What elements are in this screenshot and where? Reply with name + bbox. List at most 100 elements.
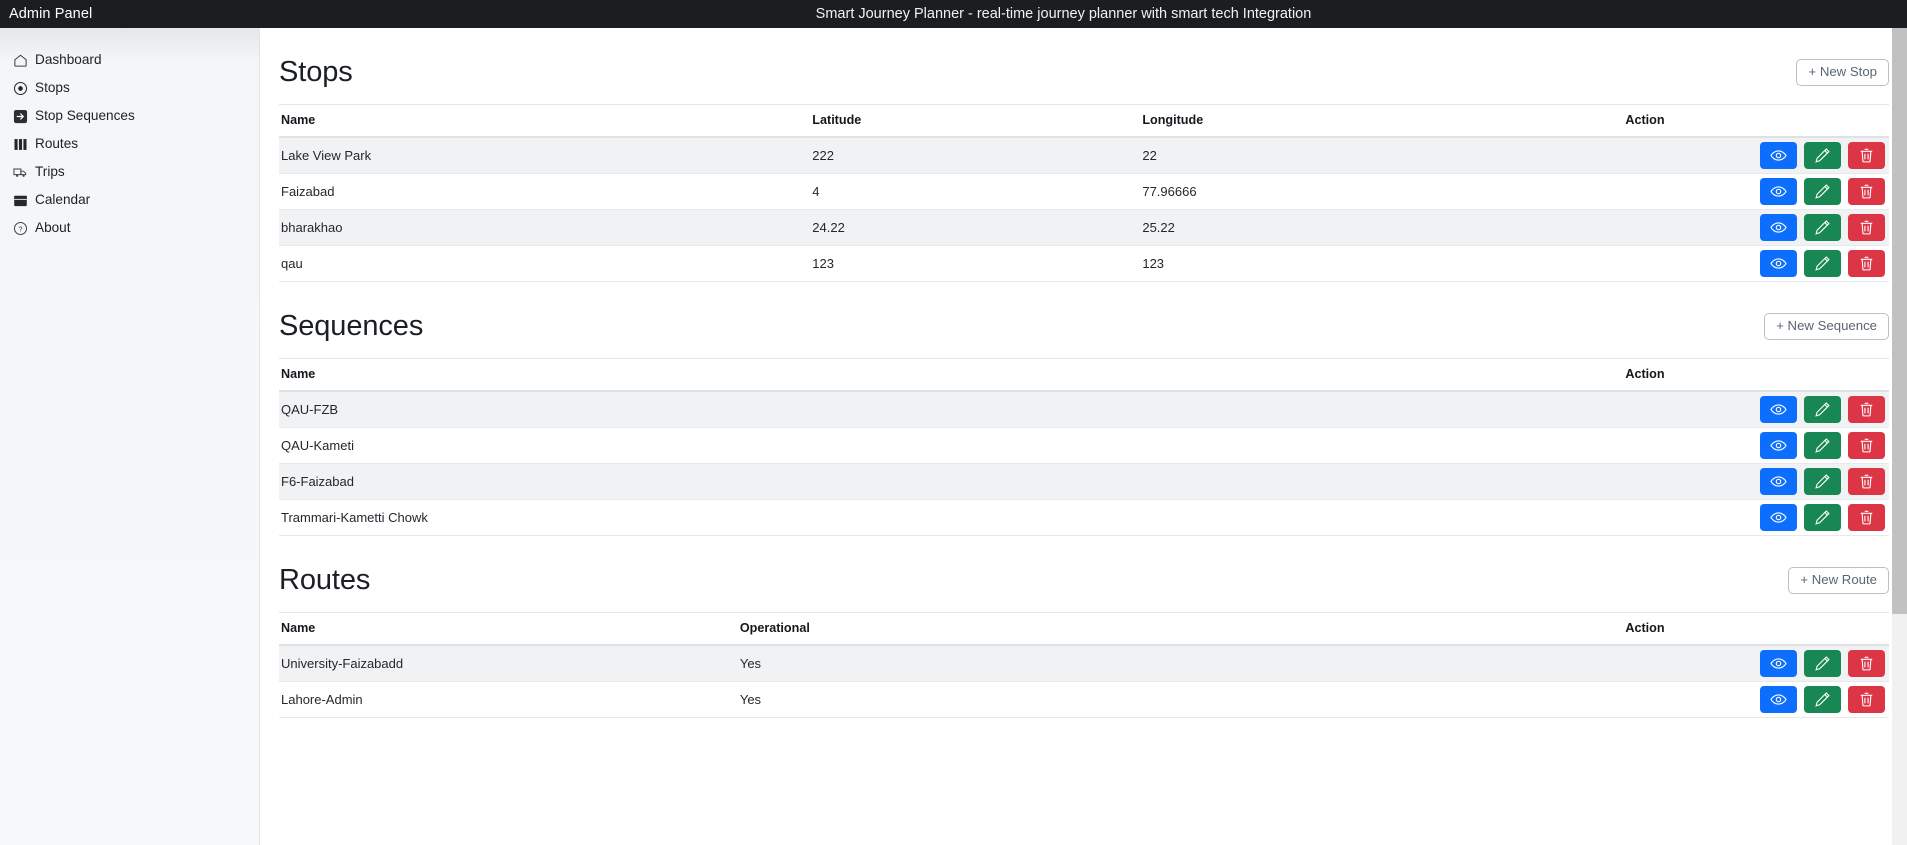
edit-button[interactable] — [1804, 467, 1841, 495]
cell-actions — [1623, 463, 1889, 500]
sidebar-item-label: Stops — [35, 80, 70, 96]
page-title-stops: Stops — [279, 56, 353, 88]
view-button[interactable] — [1760, 213, 1797, 241]
table-header-row: Name Action — [279, 358, 1889, 393]
sidebar-item-label: Trips — [35, 164, 65, 180]
bus-icon — [13, 165, 28, 180]
cell-name: QAU-FZB — [279, 391, 1624, 428]
page-scrollbar-thumb[interactable] — [1892, 28, 1907, 614]
cell-name: Lahore-Admin — [279, 681, 738, 718]
cell-operational: Yes — [737, 645, 1624, 682]
delete-button[interactable] — [1848, 142, 1885, 170]
delete-button[interactable] — [1848, 649, 1885, 677]
cell-actions — [1623, 245, 1889, 282]
arrow-right-box-icon — [13, 109, 28, 124]
question-circle-icon: ? — [13, 221, 28, 236]
cell-longitude: 123 — [1140, 245, 1624, 282]
delete-button[interactable] — [1848, 431, 1885, 459]
top-navbar: Admin Panel Smart Journey Planner - real… — [0, 0, 1907, 28]
table-row: qau 123 123 — [279, 245, 1889, 282]
cell-actions — [1623, 681, 1889, 718]
table-header-row: Name Operational Action — [279, 612, 1889, 647]
sidebar-item-label: Dashboard — [35, 52, 102, 68]
new-route-button[interactable]: + New Route — [1788, 566, 1889, 595]
edit-button[interactable] — [1804, 177, 1841, 205]
delete-button[interactable] — [1848, 249, 1885, 277]
view-button[interactable] — [1760, 177, 1797, 205]
cell-longitude: 25.22 — [1140, 209, 1624, 246]
cell-name: Lake View Park — [279, 137, 811, 174]
delete-button[interactable] — [1848, 467, 1885, 495]
cell-actions — [1623, 209, 1889, 246]
table-row: Trammari-Kametti Chowk — [279, 499, 1889, 536]
column-header-longitude: Longitude — [1140, 104, 1624, 139]
sidebar-item-label: Calendar — [35, 192, 91, 208]
cell-latitude: 24.22 — [810, 209, 1141, 246]
cell-actions — [1623, 391, 1889, 428]
cell-latitude: 123 — [810, 245, 1141, 282]
calendar-icon — [13, 193, 28, 208]
section-routes: Routes + New Route Name Operational Acti… — [279, 536, 1889, 718]
table-row: QAU-Kameti — [279, 427, 1889, 464]
edit-button[interactable] — [1804, 213, 1841, 241]
cell-actions — [1623, 137, 1889, 174]
sidebar-nav: Dashboard Stops Stop Sequences Routes Tr… — [0, 28, 260, 845]
column-header-name: Name — [279, 358, 1624, 393]
cell-name: F6-Faizabad — [279, 463, 1624, 500]
cell-latitude: 222 — [810, 137, 1141, 174]
cell-actions — [1623, 173, 1889, 210]
view-button[interactable] — [1760, 649, 1797, 677]
view-button[interactable] — [1760, 503, 1797, 531]
page-title-routes: Routes — [279, 563, 371, 596]
section-stops: Stops + New Stop Name Latitude Longitude… — [279, 28, 1889, 282]
page-title-sequences: Sequences — [279, 309, 424, 342]
sidebar-item-stops[interactable]: Stops — [0, 74, 259, 102]
sidebar-item-dashboard[interactable]: Dashboard — [0, 46, 259, 74]
column-header-action: Action — [1623, 612, 1889, 647]
columns-icon — [13, 137, 28, 152]
delete-button[interactable] — [1848, 213, 1885, 241]
sidebar-item-stop-sequences[interactable]: Stop Sequences — [0, 102, 259, 130]
column-header-operational: Operational — [737, 612, 1624, 647]
cell-longitude: 22 — [1140, 137, 1624, 174]
edit-button[interactable] — [1804, 142, 1841, 170]
column-header-name: Name — [279, 612, 738, 647]
edit-button[interactable] — [1804, 503, 1841, 531]
routes-table: Name Operational Action University-Faiza… — [279, 612, 1889, 718]
section-sequences: Sequences + New Sequence Name Action QAU… — [279, 282, 1889, 536]
view-button[interactable] — [1760, 685, 1797, 713]
sidebar-item-about[interactable]: ? About — [0, 214, 259, 242]
delete-button[interactable] — [1848, 685, 1885, 713]
page-scrollbar-track[interactable] — [1892, 28, 1907, 845]
view-button[interactable] — [1760, 467, 1797, 495]
cell-operational: Yes — [737, 681, 1624, 718]
table-row: QAU-FZB — [279, 391, 1889, 428]
delete-button[interactable] — [1848, 177, 1885, 205]
home-icon — [13, 53, 28, 68]
sidebar-item-routes[interactable]: Routes — [0, 130, 259, 158]
sidebar-item-label: Stop Sequences — [35, 108, 135, 124]
main-content: Stops + New Stop Name Latitude Longitude… — [260, 28, 1907, 845]
sidebar-item-calendar[interactable]: Calendar — [0, 186, 259, 214]
view-button[interactable] — [1760, 249, 1797, 277]
column-header-latitude: Latitude — [810, 104, 1141, 139]
circle-dot-icon — [13, 81, 28, 96]
delete-button[interactable] — [1848, 503, 1885, 531]
new-stop-button[interactable]: + New Stop — [1796, 58, 1889, 87]
new-sequence-button[interactable]: + New Sequence — [1764, 312, 1889, 341]
edit-button[interactable] — [1804, 249, 1841, 277]
table-row: bharakhao 24.22 25.22 — [279, 209, 1889, 246]
edit-button[interactable] — [1804, 649, 1841, 677]
cell-name: Trammari-Kametti Chowk — [279, 499, 1624, 536]
view-button[interactable] — [1760, 142, 1797, 170]
view-button[interactable] — [1760, 395, 1797, 423]
edit-button[interactable] — [1804, 395, 1841, 423]
delete-button[interactable] — [1848, 395, 1885, 423]
table-row: Lake View Park 222 22 — [279, 137, 1889, 174]
edit-button[interactable] — [1804, 431, 1841, 459]
cell-actions — [1623, 499, 1889, 536]
edit-button[interactable] — [1804, 685, 1841, 713]
sidebar-item-trips[interactable]: Trips — [0, 158, 259, 186]
view-button[interactable] — [1760, 431, 1797, 459]
app-brand[interactable]: Admin Panel — [0, 6, 260, 22]
